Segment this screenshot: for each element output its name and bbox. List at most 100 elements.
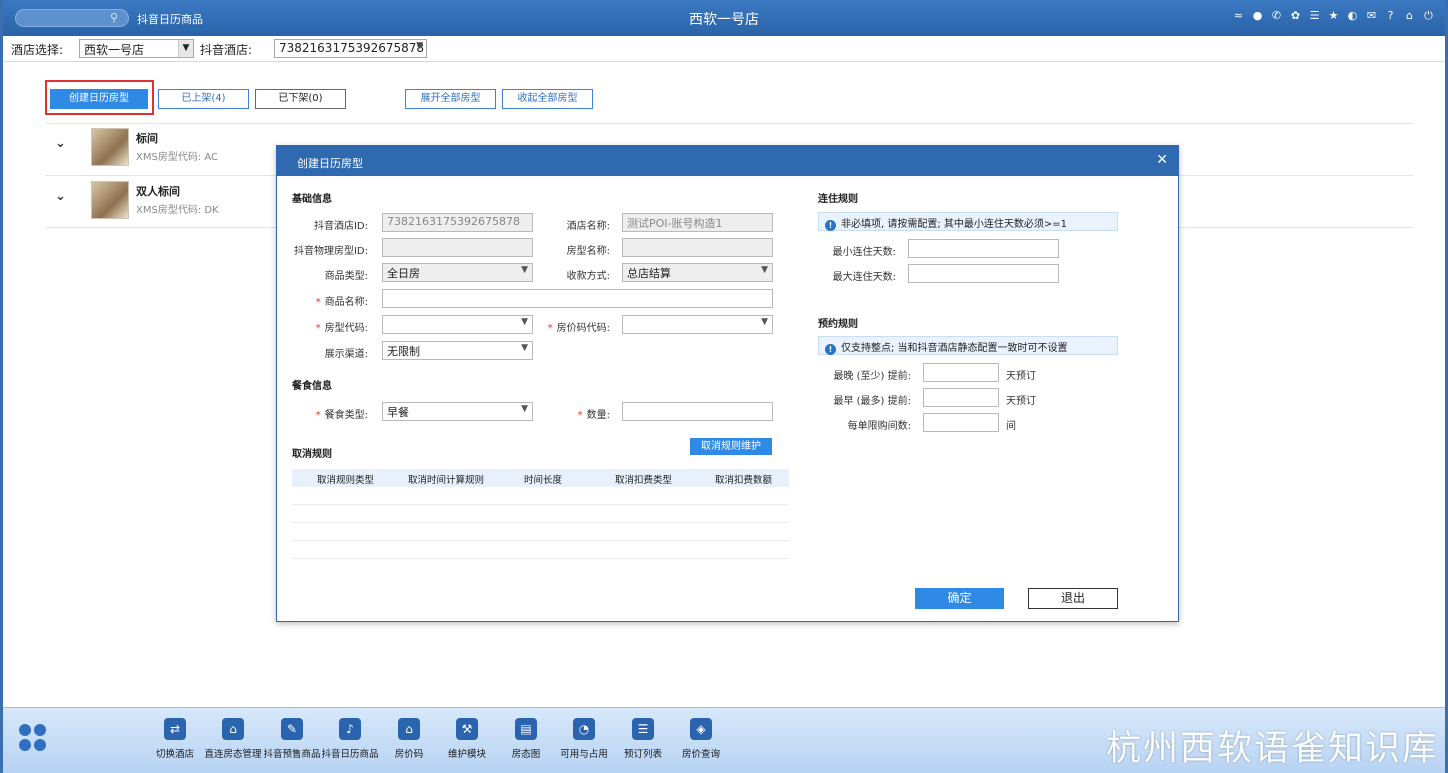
nav-maintenance[interactable]: ⚒ 维护模块 [437, 714, 497, 760]
cancel-rules-table-header: 取消规则类型 取消时间计算规则 时间长度 取消扣费类型 取消扣费数额 [292, 469, 789, 487]
douyin-hotel-label: 抖音酒店: [200, 43, 253, 57]
nav-room-status-map[interactable]: ▤ 房态图 [496, 714, 556, 760]
info-icon: ! [825, 220, 836, 231]
chevron-down-icon: ▼ [521, 343, 528, 353]
column-header: 取消时间计算规则 [408, 475, 485, 486]
wifi-icon[interactable]: ≈ [1232, 9, 1245, 22]
delisted-button[interactable]: 已下架(0) [255, 89, 346, 109]
room-name-field [622, 238, 773, 257]
cancel-rules-title: 取消规则 [292, 449, 332, 460]
room-thumbnail [91, 181, 129, 219]
mail-icon[interactable]: ✉ [1365, 9, 1378, 22]
earliest-advance-label: 最早 (最多) 提前: [833, 396, 911, 407]
nav-price-query[interactable]: ◈ 房价查询 [671, 714, 731, 760]
presale-icon: ✎ [281, 718, 303, 740]
nav-douyin-presale[interactable]: ✎ 抖音预售商品 [262, 714, 322, 760]
room-thumbnail [91, 128, 129, 166]
physical-room-id-field [382, 238, 533, 257]
power-icon[interactable]: ⏻ [1422, 9, 1435, 22]
product-name-input[interactable] [382, 289, 773, 308]
max-stay-label: 最大连住天数: [832, 272, 896, 283]
product-name-label: * 商品名称: [315, 297, 368, 308]
douyin-hotel-value: 7382163175392675878 [279, 41, 425, 55]
room-name: 双人标间 [136, 185, 180, 198]
room-name-label: 房型名称: [566, 246, 610, 257]
limit-rooms-input[interactable] [923, 413, 999, 432]
stay-rules-title: 连住规则 [818, 194, 858, 205]
expand-all-button[interactable]: 展开全部房型 [405, 89, 496, 109]
room-code: XMS房型代码: DK [136, 205, 219, 216]
meal-type-label: * 餐食类型: [315, 410, 368, 421]
price-query-icon: ◈ [690, 718, 712, 740]
create-room-type-dialog: 创建日历房型 ✕ 基础信息 抖音酒店ID: 738216317539267587… [276, 145, 1179, 622]
room-name: 标间 [136, 132, 158, 145]
rate-code-select[interactable]: ▼ [622, 315, 773, 334]
product-type-label: 商品类型: [324, 271, 368, 282]
hotel-select[interactable]: 西软一号店 ▼ [79, 39, 194, 58]
hotel-title: 西软一号店 [689, 12, 759, 28]
start-menu-icon[interactable] [19, 724, 47, 752]
channel-select[interactable]: 无限制 ▼ [382, 341, 533, 360]
exit-button[interactable]: 退出 [1028, 588, 1118, 609]
column-header: 时间长度 [524, 475, 563, 486]
latest-advance-input[interactable] [923, 363, 999, 382]
info-icon: ! [825, 344, 836, 355]
column-header: 取消扣费数额 [715, 475, 773, 486]
product-type-select: 全日房 ▼ [382, 263, 533, 282]
room-code-select[interactable]: ▼ [382, 315, 533, 334]
min-stay-label: 最小连住天数: [832, 247, 896, 258]
table-row [292, 558, 789, 559]
meal-type-value: 早餐 [387, 406, 409, 419]
meal-type-select[interactable]: 早餐 ▼ [382, 402, 533, 421]
nav-booking-list[interactable]: ☰ 预订列表 [613, 714, 673, 760]
douyin-hotel-select[interactable]: 7382163175392675878 ▼ [274, 39, 427, 58]
earliest-advance-input[interactable] [923, 388, 999, 407]
min-stay-input[interactable] [908, 239, 1059, 258]
table-row [292, 504, 789, 505]
max-stay-input[interactable] [908, 264, 1059, 283]
phone-icon[interactable]: ✆ [1270, 9, 1283, 22]
chat-icon[interactable]: ● [1251, 9, 1264, 22]
dialog-title: 创建日历房型 [297, 157, 363, 170]
chevron-down-icon: ▼ [761, 317, 768, 327]
room-code-label: * 房型代码: [315, 323, 368, 334]
confirm-button[interactable]: 确定 [915, 588, 1004, 609]
list-icon: ☰ [632, 718, 654, 740]
collapse-all-button[interactable]: 收起全部房型 [502, 89, 593, 109]
douyin-hotel-id-field: 7382163175392675878 [382, 213, 533, 232]
listed-button[interactable]: 已上架(4) [158, 89, 249, 109]
house-icon: ⌂ [398, 718, 420, 740]
chevron-down-icon: ▼ [178, 40, 193, 57]
nav-douyin-calendar[interactable]: ♪ 抖音日历商品 [320, 714, 380, 760]
watermark: 杭州西软语雀知识库 [1105, 729, 1439, 769]
palette-icon[interactable]: ✿ [1289, 9, 1302, 22]
meal-qty-label: * 数量: [577, 410, 610, 421]
nav-direct-room-status[interactable]: ⌂ 直连房态管理 [203, 714, 263, 760]
meal-qty-input[interactable] [622, 402, 773, 421]
hotel-name-label: 酒店名称: [566, 221, 610, 232]
switch-icon: ⇄ [164, 718, 186, 740]
create-room-type-button[interactable]: 创建日历房型 [50, 89, 148, 109]
wrench-icon: ⚒ [456, 718, 478, 740]
star-icon[interactable]: ★ [1327, 9, 1340, 22]
table-row [292, 522, 789, 523]
contrast-icon[interactable]: ◐ [1346, 9, 1359, 22]
chevron-down-icon: ▼ [416, 41, 423, 51]
channel-label: 展示渠道: [324, 349, 368, 360]
day-unit: 天预订 [1006, 371, 1036, 382]
menu-icon[interactable]: ☰ [1308, 9, 1321, 22]
day-unit: 天预订 [1006, 396, 1036, 407]
chevron-down-icon: ▼ [521, 265, 528, 275]
home-icon[interactable]: ⌂ [1403, 9, 1416, 22]
chevron-down-icon[interactable]: ⌄ [55, 189, 66, 204]
cancel-rules-maintain-button[interactable]: 取消规则维护 [690, 438, 772, 455]
chevron-down-icon[interactable]: ⌄ [55, 136, 66, 151]
table-row [292, 540, 789, 541]
hotel-name-field: 测试POI-账号构造1 [622, 213, 773, 232]
nav-switch-hotel[interactable]: ⇄ 切换酒店 [145, 714, 205, 760]
close-icon[interactable]: ✕ [1156, 152, 1168, 168]
nav-rate-code[interactable]: ⌂ 房价码 [379, 714, 439, 760]
help-icon[interactable]: ? [1384, 9, 1397, 22]
nav-availability[interactable]: ◔ 可用与占用 [554, 714, 614, 760]
channel-value: 无限制 [387, 345, 420, 358]
